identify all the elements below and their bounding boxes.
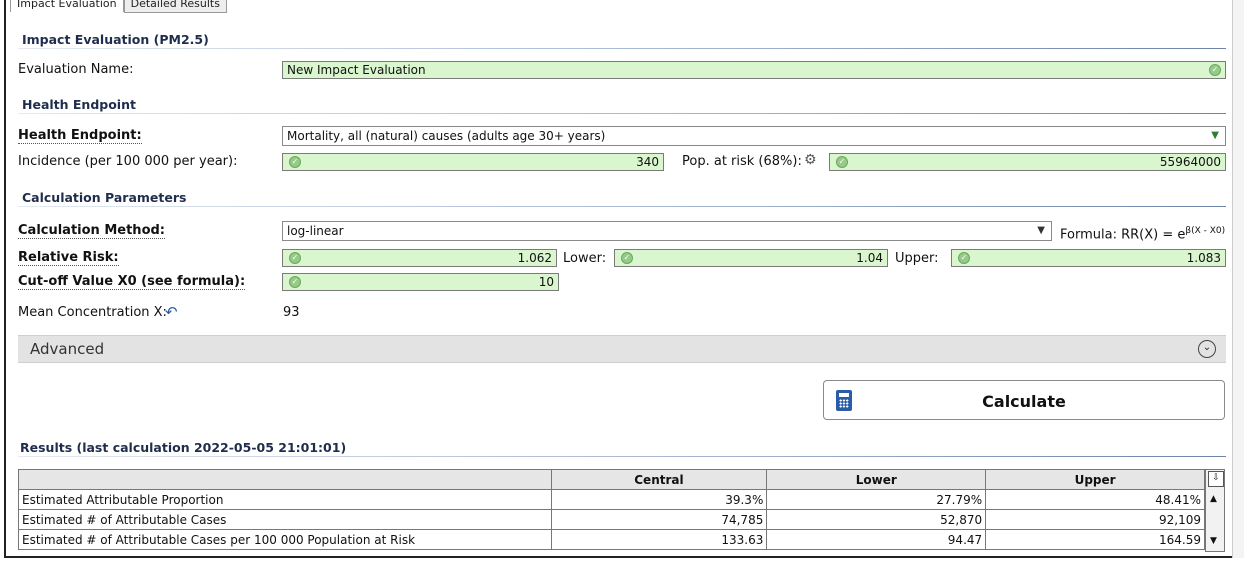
cell-lower: 52,870 (766, 509, 987, 530)
section-divider (18, 206, 1226, 207)
valid-check-icon: ✓ (289, 252, 301, 264)
cell-upper: 48.41% (985, 489, 1205, 510)
cell-central: 74,785 (550, 509, 768, 530)
chevron-down-icon: ▼ (1211, 130, 1219, 141)
section-title-impact: Impact Evaluation (PM2.5) (22, 32, 209, 47)
section-divider (18, 456, 1226, 457)
cell-lower: 94.47 (766, 529, 987, 550)
section-divider (18, 113, 1226, 114)
cell-central: 133.63 (550, 529, 768, 550)
calculation-method-select[interactable]: log-linear ▼ (282, 221, 1052, 241)
valid-check-icon: ✓ (621, 252, 633, 264)
valid-check-icon: ✓ (958, 252, 970, 264)
row-label: Estimated Attributable Proportion (18, 489, 552, 510)
export-table-icon[interactable]: ⇩ (1208, 471, 1224, 487)
calculation-method-value: log-linear (287, 224, 344, 238)
cell-central: 39.3% (550, 489, 768, 510)
incidence-value: 340 (636, 155, 659, 169)
calculate-button[interactable]: Calculate (823, 380, 1225, 420)
valid-check-icon: ✓ (289, 276, 301, 288)
scroll-up-icon[interactable]: ▲ (1210, 494, 1217, 504)
table-row[interactable]: Estimated # of Attributable Cases 74,785… (18, 509, 1205, 530)
incidence-input[interactable]: ✓ 340 (282, 153, 664, 171)
calculate-label: Calculate (982, 392, 1066, 411)
column-header-upper[interactable]: Upper (985, 469, 1205, 490)
advanced-label: Advanced (30, 340, 105, 358)
table-scrollbar[interactable]: ⇩ ▲ ▼ (1205, 469, 1225, 552)
calculation-method-label: Calculation Method: (18, 223, 165, 239)
relative-risk-input[interactable]: ✓ 1.062 (282, 249, 557, 267)
relative-risk-value: 1.062 (517, 251, 552, 265)
valid-check-icon: ✓ (1209, 64, 1221, 76)
undo-icon[interactable]: ↶ (165, 303, 178, 321)
upper-value: 1.083 (1186, 251, 1221, 265)
results-table: Central Lower Upper Estimated Attributab… (18, 469, 1205, 550)
scroll-down-icon[interactable]: ▼ (1210, 536, 1217, 546)
mean-concentration-value: 93 (283, 305, 300, 320)
column-header-central[interactable]: Central (550, 469, 768, 490)
tab-detailed-results[interactable]: Detailed Results (123, 0, 227, 13)
upper-label: Upper: (895, 251, 939, 266)
cell-upper: 164.59 (985, 529, 1205, 550)
evaluation-name-label: Evaluation Name: (18, 62, 134, 77)
evaluation-name-input[interactable]: New Impact Evaluation ✓ (282, 61, 1226, 79)
column-header-lower[interactable]: Lower (766, 469, 987, 490)
lower-input[interactable]: ✓ 1.04 (614, 249, 888, 267)
settings-gear-icon[interactable]: ⚙ (804, 152, 817, 168)
table-row[interactable]: Estimated # of Attributable Cases per 10… (18, 529, 1205, 550)
health-endpoint-label: Health Endpoint: (18, 128, 142, 144)
tab-impact-evaluation[interactable]: Impact Evaluation (10, 0, 124, 12)
incidence-label: Incidence (per 100 000 per year): (18, 154, 238, 169)
upper-input[interactable]: ✓ 1.083 (951, 249, 1226, 267)
cutoff-value: 10 (538, 275, 554, 289)
tab-bar: Impact Evaluation Detailed Results (10, 0, 227, 13)
cutoff-label: Cut-off Value X0 (see formula): (18, 274, 246, 290)
cell-upper: 92,109 (985, 509, 1205, 530)
advanced-panel-header[interactable]: Advanced ⌄ (18, 335, 1226, 363)
section-title-health: Health Endpoint (22, 97, 136, 112)
chevron-down-icon: ▼ (1037, 225, 1045, 236)
section-divider (18, 48, 1226, 49)
cutoff-input[interactable]: ✓ 10 (282, 273, 559, 291)
table-header-row: Central Lower Upper (18, 469, 1205, 490)
lower-label: Lower: (563, 251, 607, 266)
section-title-results: Results (last calculation 2022-05-05 21:… (20, 440, 347, 455)
column-header (18, 469, 552, 490)
pop-at-risk-label: Pop. at risk (68%): (682, 154, 802, 169)
pop-at-risk-value: 55964000 (1159, 155, 1221, 169)
pop-at-risk-input[interactable]: ✓ 55964000 (829, 153, 1226, 171)
formula-label: Formula: RR(X) = e (1060, 227, 1186, 243)
health-endpoint-select[interactable]: Mortality, all (natural) causes (adults … (282, 126, 1226, 146)
lower-value: 1.04 (856, 251, 883, 265)
valid-check-icon: ✓ (289, 156, 301, 168)
cell-lower: 27.79% (766, 489, 987, 510)
expand-icon[interactable]: ⌄ (1198, 340, 1216, 358)
relative-risk-label: Relative Risk: (18, 250, 119, 266)
health-endpoint-value: Mortality, all (natural) causes (adults … (287, 129, 606, 143)
table-row[interactable]: Estimated Attributable Proportion 39.3% … (18, 489, 1205, 510)
valid-check-icon: ✓ (836, 156, 848, 168)
formula-text: Formula: RR(X) = eβ(X - X0) (1060, 226, 1225, 242)
section-title-calc: Calculation Parameters (22, 190, 187, 205)
row-label: Estimated # of Attributable Cases per 10… (18, 529, 552, 550)
window-scrollbar[interactable] (1232, 0, 1244, 558)
row-label: Estimated # of Attributable Cases (18, 509, 552, 530)
formula-exponent: β(X - X0) (1185, 226, 1226, 236)
evaluation-name-value: New Impact Evaluation (287, 63, 426, 77)
mean-concentration-label: Mean Concentration X: (18, 305, 167, 320)
